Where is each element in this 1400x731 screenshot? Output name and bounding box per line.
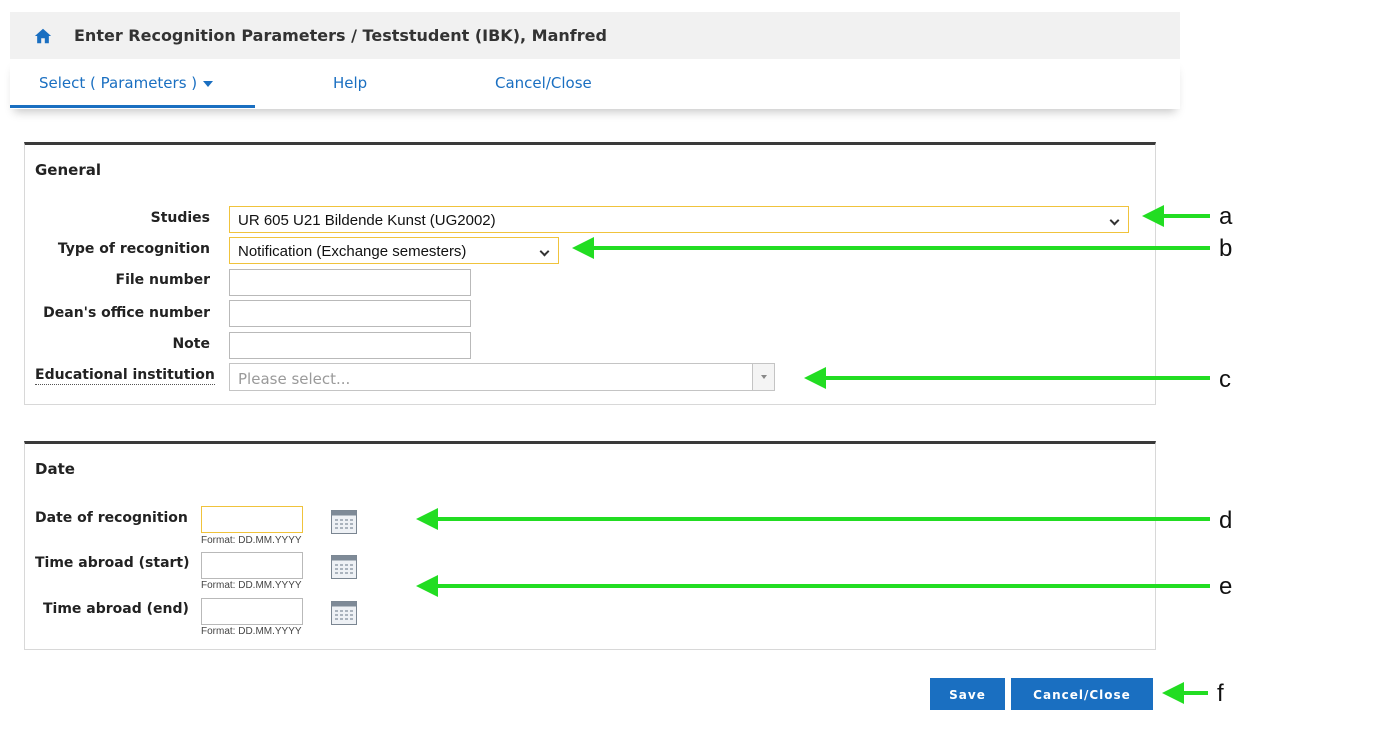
note-input[interactable] (229, 332, 471, 359)
arrow-head-icon (416, 575, 438, 597)
cancel-close-button[interactable]: Cancel/Close (1011, 678, 1153, 710)
date-of-recognition-input[interactable] (201, 506, 303, 533)
menu-cancel-close[interactable]: Cancel/Close (495, 74, 592, 92)
caret-down-icon (203, 80, 214, 87)
annotation-arrow-e (416, 575, 1210, 597)
type-of-recognition-select[interactable]: Notification (Exchange semesters) (229, 237, 559, 264)
date-panel: Date Date of recognition Format: DD.MM.Y… (24, 441, 1156, 650)
general-panel-title: General (35, 161, 101, 179)
studies-label: Studies (150, 210, 210, 226)
chevron-down-icon (1109, 215, 1120, 226)
file-number-label: File number (115, 272, 210, 288)
educational-institution-placeholder: Please select... (238, 370, 351, 388)
note-label: Note (172, 336, 210, 352)
studies-value: UR 605 U21 Bildende Kunst (UG2002) (238, 212, 496, 229)
studies-select[interactable]: UR 605 U21 Bildende Kunst (UG2002) (229, 206, 1129, 233)
annotation-label-c: c (1219, 366, 1231, 393)
menu-help[interactable]: Help (333, 74, 367, 92)
calendar-icon[interactable] (331, 601, 357, 625)
annotation-arrow-d (416, 508, 1210, 530)
time-abroad-start-label: Time abroad (start) (35, 555, 190, 571)
annotation-arrow-b (572, 237, 1210, 259)
dropdown-arrow-icon[interactable] (752, 364, 774, 390)
date-of-recognition-format: Format: DD.MM.YYYY (201, 535, 302, 546)
time-abroad-end-label: Time abroad (end) (43, 601, 189, 617)
type-of-recognition-value: Notification (Exchange semesters) (238, 243, 467, 260)
deans-office-number-label: Dean's office number (43, 305, 210, 321)
annotation-label-b: b (1219, 235, 1233, 262)
annotation-label-a: a (1219, 203, 1233, 230)
calendar-icon[interactable] (331, 510, 357, 534)
arrow-head-icon (804, 367, 826, 389)
date-panel-title: Date (35, 460, 75, 478)
arrow-head-icon (1162, 682, 1184, 704)
time-abroad-start-format: Format: DD.MM.YYYY (201, 580, 302, 591)
chevron-down-icon (539, 246, 550, 257)
annotation-arrow-a (1142, 205, 1210, 227)
arrow-head-icon (416, 508, 438, 530)
arrow-head-icon (572, 237, 594, 259)
time-abroad-end-format: Format: DD.MM.YYYY (201, 626, 302, 637)
arrow-head-icon (1142, 205, 1164, 227)
file-number-input[interactable] (229, 269, 471, 296)
page-title: Enter Recognition Parameters / Teststude… (74, 26, 607, 45)
deans-office-number-input[interactable] (229, 300, 471, 327)
menu-bar: Select ( Parameters ) Help Cancel/Close (10, 59, 1180, 109)
home-icon[interactable] (34, 27, 52, 45)
annotation-label-d: d (1219, 507, 1233, 534)
educational-institution-combobox[interactable]: Please select... (229, 363, 775, 391)
calendar-icon[interactable] (331, 555, 357, 579)
general-panel: General Studies UR 605 U21 Bildende Kuns… (24, 142, 1156, 405)
save-button[interactable]: Save (930, 678, 1005, 710)
educational-institution-label[interactable]: Educational institution (35, 367, 215, 385)
date-of-recognition-label: Date of recognition (35, 510, 188, 526)
time-abroad-end-input[interactable] (201, 598, 303, 625)
menu-select-parameters[interactable]: Select ( Parameters ) (10, 59, 255, 108)
annotation-arrow-f (1162, 682, 1208, 704)
type-of-recognition-label: Type of recognition (57, 241, 210, 257)
time-abroad-start-input[interactable] (201, 552, 303, 579)
title-bar: Enter Recognition Parameters / Teststude… (10, 12, 1180, 59)
annotation-label-e: e (1219, 573, 1233, 600)
annotation-arrow-c (804, 367, 1210, 389)
annotation-label-f: f (1217, 680, 1224, 707)
menu-select-parameters-label: Select ( Parameters ) (39, 74, 198, 92)
